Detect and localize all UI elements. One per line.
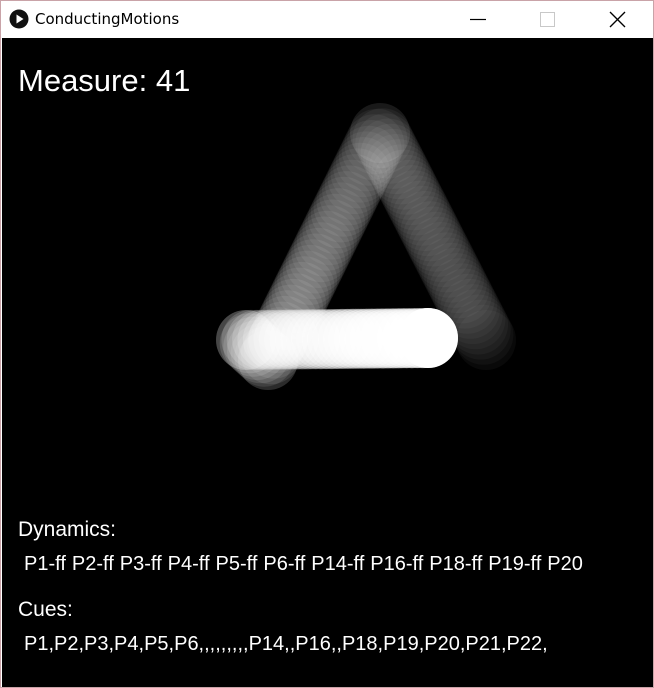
minimize-icon	[470, 18, 486, 21]
dynamics-entry: P6-ff	[263, 553, 306, 575]
dynamics-entry: P20	[547, 553, 583, 575]
dynamics-entry: P2-ff	[71, 553, 114, 575]
measure-counter: Measure: 41	[18, 63, 191, 98]
dynamics-entry: P14-ff	[311, 553, 365, 575]
play-circle-icon	[9, 9, 29, 29]
dynamics-entry: P18-ff	[429, 553, 483, 575]
maximize-icon	[540, 12, 555, 27]
dynamics-entry: P5-ff	[215, 553, 258, 575]
conducting-motion-trail	[216, 103, 485, 390]
sketch-canvas[interactable]: Measure: 41 Dynamics: P1-ff P2-ff P3-ff P4-…	[2, 38, 653, 687]
close-icon	[609, 11, 626, 28]
window-title: ConductingMotions	[35, 10, 180, 28]
maximize-button[interactable]	[524, 1, 570, 37]
minimize-button[interactable]	[455, 1, 501, 37]
cues-list: P1,P2,P3,P4,P5,P6,,,,,,,,,P14,,P16,,P18,…	[24, 633, 548, 655]
dynamics-list: P1-ff P2-ff P3-ff P4-ff P5-ff P6-ff P14-ff P16-…	[24, 553, 589, 576]
title-bar[interactable]: ConductingMotions	[1, 1, 653, 37]
dynamics-entry: P16-ff	[370, 553, 424, 575]
dynamics-entry: P1-ff	[24, 553, 66, 575]
dynamics-entry: P3-ff	[119, 553, 162, 575]
dynamics-label: Dynamics:	[18, 518, 117, 541]
dynamics-entry: P19-ff	[488, 553, 542, 575]
dynamics-entry: P4-ff	[167, 553, 210, 575]
cues-label: Cues:	[18, 598, 73, 621]
close-button[interactable]	[595, 1, 641, 37]
app-window: ConductingMotions Measure: 41 Dynamics: …	[0, 0, 654, 688]
